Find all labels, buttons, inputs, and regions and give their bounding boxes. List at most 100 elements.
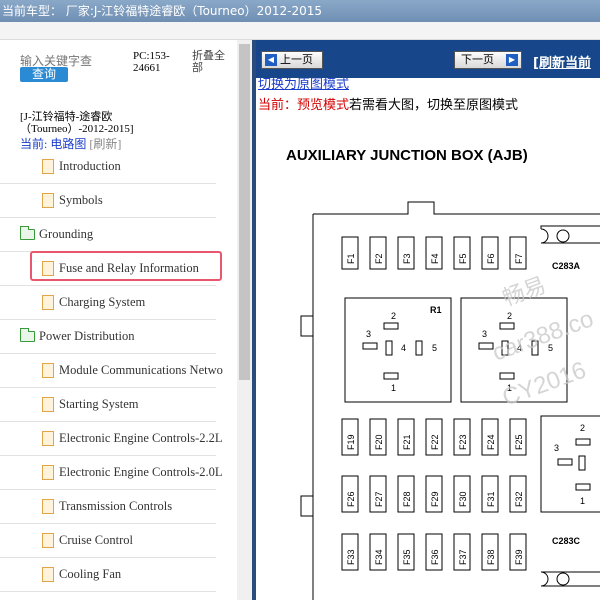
relay-pin bbox=[575, 438, 591, 446]
viewer-navbar: ◀ 上一页 下一页 ▶ [刷新当前 bbox=[256, 40, 600, 78]
preview-mode-notice: 当前：预览模式若需看大图，切换至原图模式 bbox=[258, 94, 518, 113]
tree-item-module-comms[interactable]: Module Communications Netwo bbox=[0, 354, 223, 388]
fuse-label: F26 bbox=[346, 491, 356, 507]
book-title: [J-江铃福特-途睿欧（Tourneo）-2012-2015] bbox=[20, 111, 134, 135]
relay-pin-label: 1 bbox=[580, 496, 585, 506]
tree-item-symbols[interactable]: Symbols bbox=[0, 184, 216, 218]
preview-mode-label: 当前：预览模式 bbox=[258, 98, 350, 113]
fuse-row-middle: F19 F20 F21 F22 F23 F24 F25 bbox=[341, 418, 527, 456]
tree-item-label: Cooling Fan bbox=[59, 567, 122, 581]
fuse-label: F31 bbox=[486, 491, 496, 507]
fuse-row-lower: F26 F27 F28 F29 F30 F31 F32 bbox=[341, 475, 527, 513]
tree-item-label: Transmission Controls bbox=[59, 499, 173, 513]
connector-label: C283C bbox=[552, 536, 581, 546]
relay-pin bbox=[557, 458, 573, 466]
relay-pin-label: 3 bbox=[554, 443, 559, 453]
tree-item-eec-20[interactable]: Electronic Engine Controls-2.0L bbox=[0, 456, 223, 490]
relay-pin bbox=[575, 483, 591, 491]
document-icon bbox=[42, 193, 54, 208]
connector-label: C283A bbox=[552, 261, 581, 271]
document-icon bbox=[42, 159, 54, 174]
fuse-label: F4 bbox=[430, 253, 440, 264]
fuse-label: F19 bbox=[346, 434, 356, 450]
prev-page-button[interactable]: ◀ 上一页 bbox=[261, 51, 323, 69]
sidebar-scrollbar-thumb[interactable] bbox=[239, 44, 250, 380]
document-icon bbox=[42, 295, 54, 310]
connector-c283c-shape bbox=[540, 571, 600, 587]
document-icon bbox=[42, 363, 54, 378]
prev-page-label: 上一页 bbox=[280, 53, 313, 66]
arrow-left-icon: ◀ bbox=[265, 54, 277, 66]
fuse-label: F25 bbox=[514, 434, 524, 450]
relay-pin-label: 2 bbox=[580, 423, 585, 433]
fuse-label: F3 bbox=[402, 253, 412, 264]
document-icon bbox=[42, 465, 54, 480]
folder-icon bbox=[20, 226, 35, 240]
fuse-label: F5 bbox=[458, 253, 468, 264]
fuse-label: F1 bbox=[346, 253, 356, 264]
relay-pin-label: 5 bbox=[432, 343, 437, 353]
tree-item-label: Symbols bbox=[59, 193, 103, 207]
tree-item-label: Starting System bbox=[59, 397, 139, 411]
fuse-label: F38 bbox=[486, 549, 496, 565]
connector-c283c-hole bbox=[556, 572, 570, 586]
fuse-label: F20 bbox=[374, 434, 384, 450]
relay-pin bbox=[499, 372, 515, 380]
tree-item-eec-22[interactable]: Electronic Engine Controls-2.2L bbox=[0, 422, 223, 456]
tree-item-cooling-fan[interactable]: Cooling Fan bbox=[0, 558, 216, 592]
document-icon bbox=[42, 567, 54, 582]
tree-item-label: Module Communications Netwo bbox=[59, 363, 223, 377]
fuse-label: F37 bbox=[458, 549, 468, 565]
ajb-diagram: AUXILIARY JUNCTION BOX (AJB) F1 F2 F3 F4… bbox=[286, 147, 600, 600]
tree-item-label: Electronic Engine Controls-2.0L bbox=[59, 465, 223, 479]
relay-pin bbox=[578, 455, 586, 471]
relay-right: 2 3 1 bbox=[540, 415, 600, 513]
refresh-tree-link[interactable]: [刷新] bbox=[89, 137, 121, 151]
preview-mode-hint: 若需看大图，切换至原图模式 bbox=[349, 98, 519, 113]
tree-item-label: Charging System bbox=[59, 295, 146, 309]
relay-pin bbox=[385, 340, 393, 356]
fuse-label: F33 bbox=[346, 549, 356, 565]
pc-code: PC:153-24661 bbox=[133, 50, 170, 74]
relay-pin bbox=[499, 322, 515, 330]
connector-c283a-hole bbox=[556, 229, 570, 243]
fuse-label: F24 bbox=[486, 434, 496, 450]
tree-item-transmission[interactable]: Transmission Controls bbox=[0, 490, 216, 524]
fuse-label: F34 bbox=[374, 549, 384, 565]
tree-folder-grounding[interactable]: Grounding bbox=[0, 218, 216, 252]
document-icon bbox=[42, 499, 54, 514]
connector-c283a-shape bbox=[540, 225, 600, 244]
tree-item-charging[interactable]: Charging System bbox=[0, 286, 216, 320]
fuse-label: F7 bbox=[514, 253, 524, 264]
folder-icon bbox=[20, 328, 35, 342]
collapse-all-link[interactable]: 折叠全部 bbox=[192, 50, 232, 74]
fuse-label: F28 bbox=[402, 491, 412, 507]
document-icon bbox=[42, 431, 54, 446]
tree-item-introduction[interactable]: Introduction bbox=[0, 150, 216, 184]
fuse-label: F32 bbox=[514, 491, 524, 507]
next-page-button[interactable]: 下一页 ▶ bbox=[454, 51, 522, 69]
relay-pin-label: 3 bbox=[482, 329, 487, 339]
relay-pin-label: 1 bbox=[391, 383, 396, 393]
switch-original-mode-link[interactable]: 切换为原图模式 bbox=[258, 78, 349, 91]
relay-pin bbox=[383, 322, 399, 330]
search-button[interactable]: 查询 bbox=[20, 67, 68, 82]
tree-item-cruise[interactable]: Cruise Control bbox=[0, 524, 216, 558]
tree-item-label: Introduction bbox=[59, 159, 121, 173]
arrow-right-icon: ▶ bbox=[506, 54, 518, 66]
fuse-label: F23 bbox=[458, 434, 468, 450]
relay-pin-label: 3 bbox=[366, 329, 371, 339]
selected-item-highlight bbox=[30, 251, 222, 281]
fuse-label: F2 bbox=[374, 253, 384, 264]
tree-item-starting[interactable]: Starting System bbox=[0, 388, 216, 422]
toolbar-strip bbox=[0, 22, 600, 40]
tree-folder-power-distribution[interactable]: Power Distribution bbox=[0, 320, 216, 354]
refresh-current-link[interactable]: [刷新当前 bbox=[533, 52, 591, 71]
sidebar: 查询 PC:153-24661 折叠全部 [J-江铃福特-途睿欧（Tourneo… bbox=[0, 40, 252, 600]
fuse-label: F29 bbox=[430, 491, 440, 507]
relay-pin bbox=[383, 372, 399, 380]
watermark: 畅易 car388.co CY2016 bbox=[489, 272, 597, 411]
fuse-label: F27 bbox=[374, 491, 384, 507]
relay-label: R1 bbox=[430, 305, 442, 315]
relay-r1: R1 2 3 4 5 1 bbox=[344, 297, 452, 403]
